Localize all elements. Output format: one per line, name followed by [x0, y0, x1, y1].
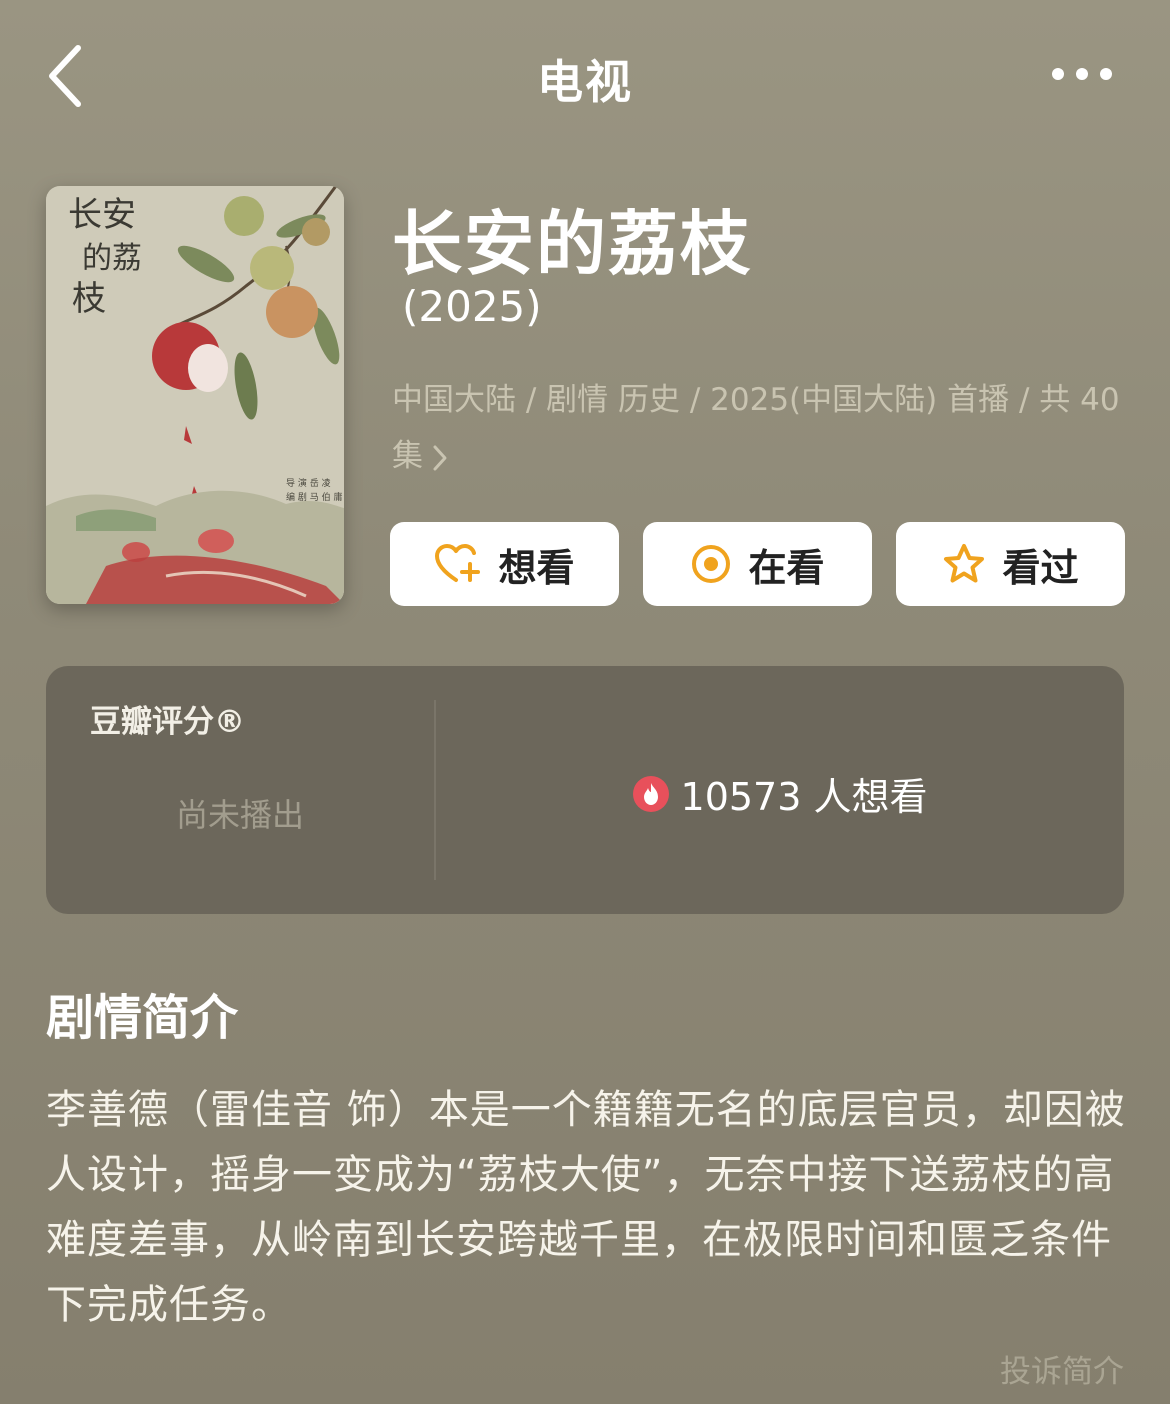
poster-title-char: 长安 — [68, 195, 136, 235]
synopsis-heading: 剧情简介 — [46, 990, 239, 1046]
douban-rating-panel[interactable]: 豆瓣评分® 尚未播出 — [46, 666, 434, 914]
want-count-text: 10573 人想看 — [680, 775, 928, 819]
page-title: 电视 — [537, 55, 633, 109]
heart-plus-icon — [435, 544, 481, 582]
show-meta-text: 中国大陆 / 剧情 历史 / 2025(中国大陆) 首播 / 共 40集 — [392, 382, 1120, 474]
show-year: (2025) — [402, 282, 542, 331]
target-circle-icon — [692, 545, 731, 583]
show-meta-link[interactable]: 中国大陆 / 剧情 历史 / 2025(中国大陆) 首播 / 共 40集 — [392, 372, 1122, 484]
fire-icon — [632, 775, 669, 812]
poster-credits: 导 演 岳 凌 — [286, 477, 331, 489]
show-poster[interactable]: 长安 的荔 枝 导 演 岳 凌 编 剧 马 伯 庸 — [46, 186, 344, 604]
poster-credits: 编 剧 马 伯 庸 — [286, 491, 342, 503]
poster-artwork: 长安 的荔 枝 导 演 岳 凌 编 剧 马 伯 庸 — [46, 186, 344, 604]
star-outline-icon — [944, 544, 985, 583]
top-nav-bar: 电视 — [0, 0, 1170, 150]
rating-status: 尚未播出 — [175, 796, 304, 834]
poster-title-char: 的荔 — [82, 241, 142, 276]
poster-title-char: 枝 — [72, 279, 106, 319]
want-count-panel[interactable]: 10573 人想看 — [436, 666, 1124, 914]
more-button[interactable] — [1050, 62, 1114, 86]
report-synopsis-link[interactable]: 投诉简介 — [1000, 1346, 1124, 1391]
watched-button[interactable]: 看过 — [896, 522, 1125, 606]
more-dots-icon — [1052, 68, 1112, 80]
watched-label: 看过 — [1002, 545, 1079, 590]
show-title: 长安的荔枝 — [392, 203, 752, 285]
watching-button[interactable]: 在看 — [643, 522, 872, 606]
want-to-watch-label: 想看 — [498, 545, 575, 590]
watching-label: 在看 — [748, 545, 825, 590]
want-count-line: 10573 人想看 — [436, 766, 1124, 821]
synopsis-text: 李善德（雷佳音 饰）本是一个籍籍无名的底层官员，却因被人设计，摇身一变成为“荔枝… — [46, 1087, 1126, 1328]
want-to-watch-button[interactable]: 想看 — [390, 522, 619, 606]
chevron-right-icon — [433, 445, 447, 470]
douban-rating-label: 豆瓣评分® — [90, 704, 245, 740]
rating-card: 豆瓣评分® 尚未播出 10573 人想看 — [46, 666, 1124, 914]
